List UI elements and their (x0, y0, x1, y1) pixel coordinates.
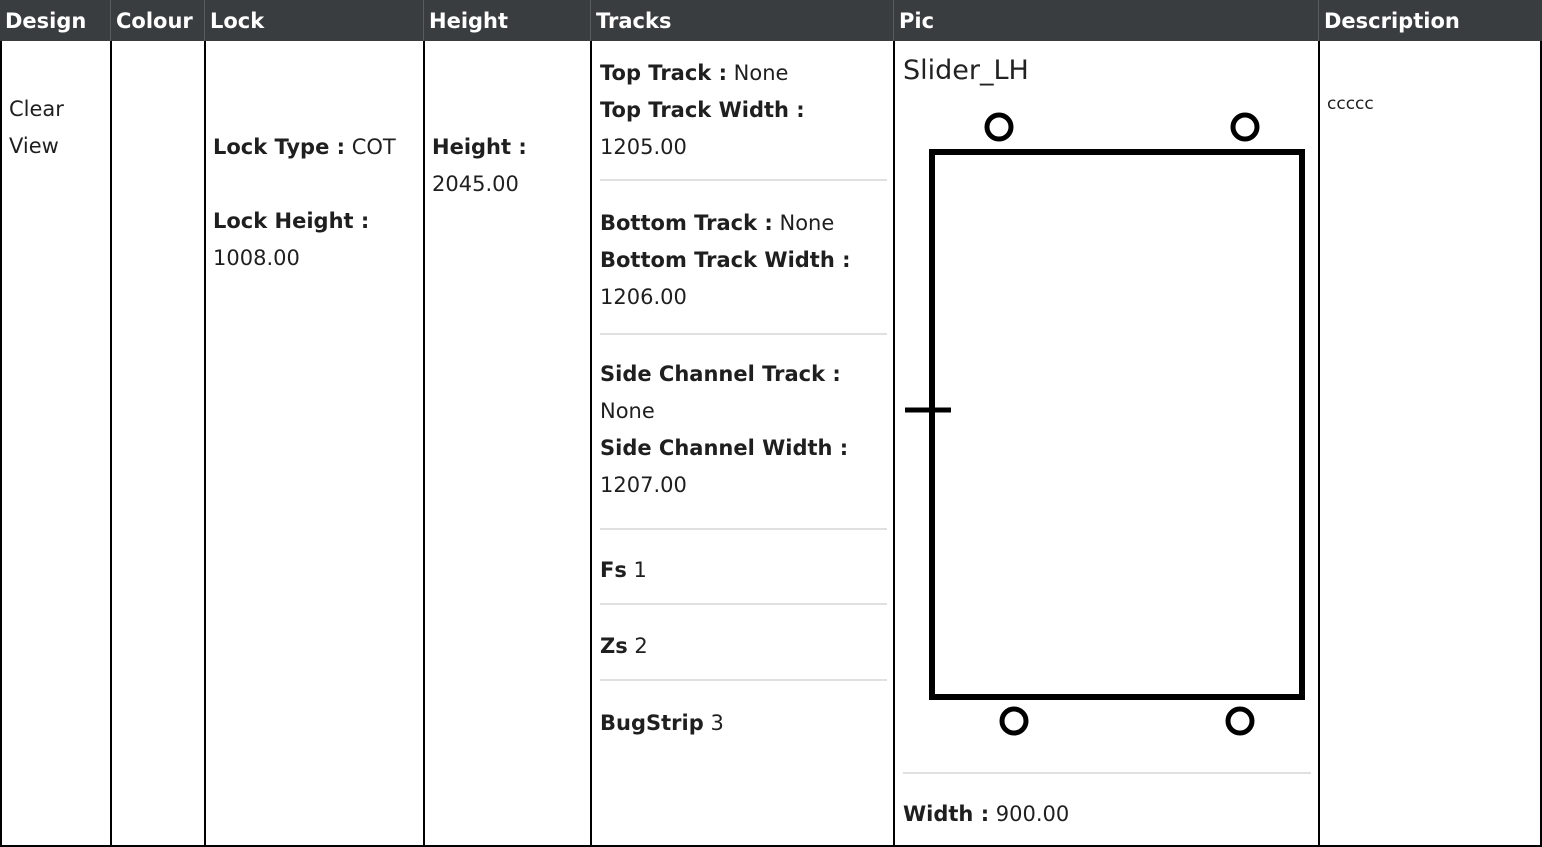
height-value: 2045.00 (432, 172, 519, 196)
cell-tracks: Top Track : None Top Track Width : 1205.… (590, 41, 893, 847)
fs-value: 1 (633, 558, 647, 582)
lock-type-label: Lock Type : (213, 135, 346, 159)
pic-width-label: Width : (903, 802, 990, 826)
pic-width: Width : 900.00 (903, 796, 1069, 833)
bottom-track-width-label: Bottom Track Width : (600, 248, 851, 272)
zs-label: Zs (600, 634, 628, 658)
bugstrip-group: BugStrip 3 (600, 705, 887, 756)
top-left-roller-icon (984, 112, 1014, 142)
side-channel-width-value: 1207.00 (600, 473, 687, 497)
fs-group: Fs 1 (600, 552, 887, 605)
side-channel-width-label: Side Channel Width : (600, 436, 849, 460)
top-track-width-value: 1205.00 (600, 135, 687, 159)
top-track-value: None (733, 61, 789, 85)
header-pic: Pic (893, 0, 1318, 41)
cell-height: Height : 2045.00 (423, 41, 590, 847)
lock-height-label: Lock Height : (213, 209, 370, 233)
header-lock: Lock (204, 0, 423, 41)
header-tracks: Tracks (590, 0, 893, 41)
bottom-right-roller-icon (1225, 706, 1255, 736)
bottom-track-label: Bottom Track : (600, 211, 773, 235)
bottom-track-group: Bottom Track : None Bottom Track Width :… (600, 205, 887, 335)
lock-height-value: 1008.00 (213, 246, 300, 270)
panel-frame (929, 149, 1305, 700)
bottom-left-roller-icon (999, 706, 1029, 736)
lock-type-value: COT (351, 135, 396, 159)
pic-divider (903, 772, 1311, 774)
header-colour: Colour (110, 0, 204, 41)
pic-width-value: 900.00 (995, 802, 1070, 826)
cell-description: ccccc (1318, 41, 1542, 847)
cell-colour (110, 41, 204, 847)
height-label: Height : (432, 135, 527, 159)
bugstrip-label: BugStrip (600, 711, 704, 735)
bottom-track-value: None (779, 211, 835, 235)
lock-type: Lock Type : COT (213, 129, 416, 166)
cell-lock: Lock Type : COT Lock Height : 1008.00 (204, 41, 423, 847)
top-track-width-label: Top Track Width : (600, 98, 805, 122)
zs-value: 2 (634, 634, 648, 658)
top-track-group: Top Track : None Top Track Width : 1205.… (600, 55, 887, 181)
side-channel-track-value: None (600, 399, 655, 423)
bottom-track-width-value: 1206.00 (600, 285, 687, 309)
header-description: Description (1318, 0, 1542, 41)
product-table: Design Colour Lock Height Tracks Pic Des… (0, 0, 1542, 847)
slider-drawing (905, 112, 1305, 736)
cell-design: Clear View (0, 41, 110, 847)
fs-label: Fs (600, 558, 627, 582)
zs-group: Zs 2 (600, 628, 887, 681)
header-height: Height (423, 0, 590, 41)
design-value: Clear View (9, 97, 64, 158)
top-track-label: Top Track : (600, 61, 727, 85)
cell-pic: Slider_LH Width : 900.00 (893, 41, 1318, 847)
header-design: Design (0, 0, 110, 41)
bugstrip-value: 3 (710, 711, 724, 735)
side-channel-track-label: Side Channel Track : (600, 362, 841, 386)
description-value: ccccc (1327, 94, 1374, 114)
top-right-roller-icon (1230, 112, 1260, 142)
side-channel-group: Side Channel Track : None Side Channel W… (600, 356, 887, 530)
